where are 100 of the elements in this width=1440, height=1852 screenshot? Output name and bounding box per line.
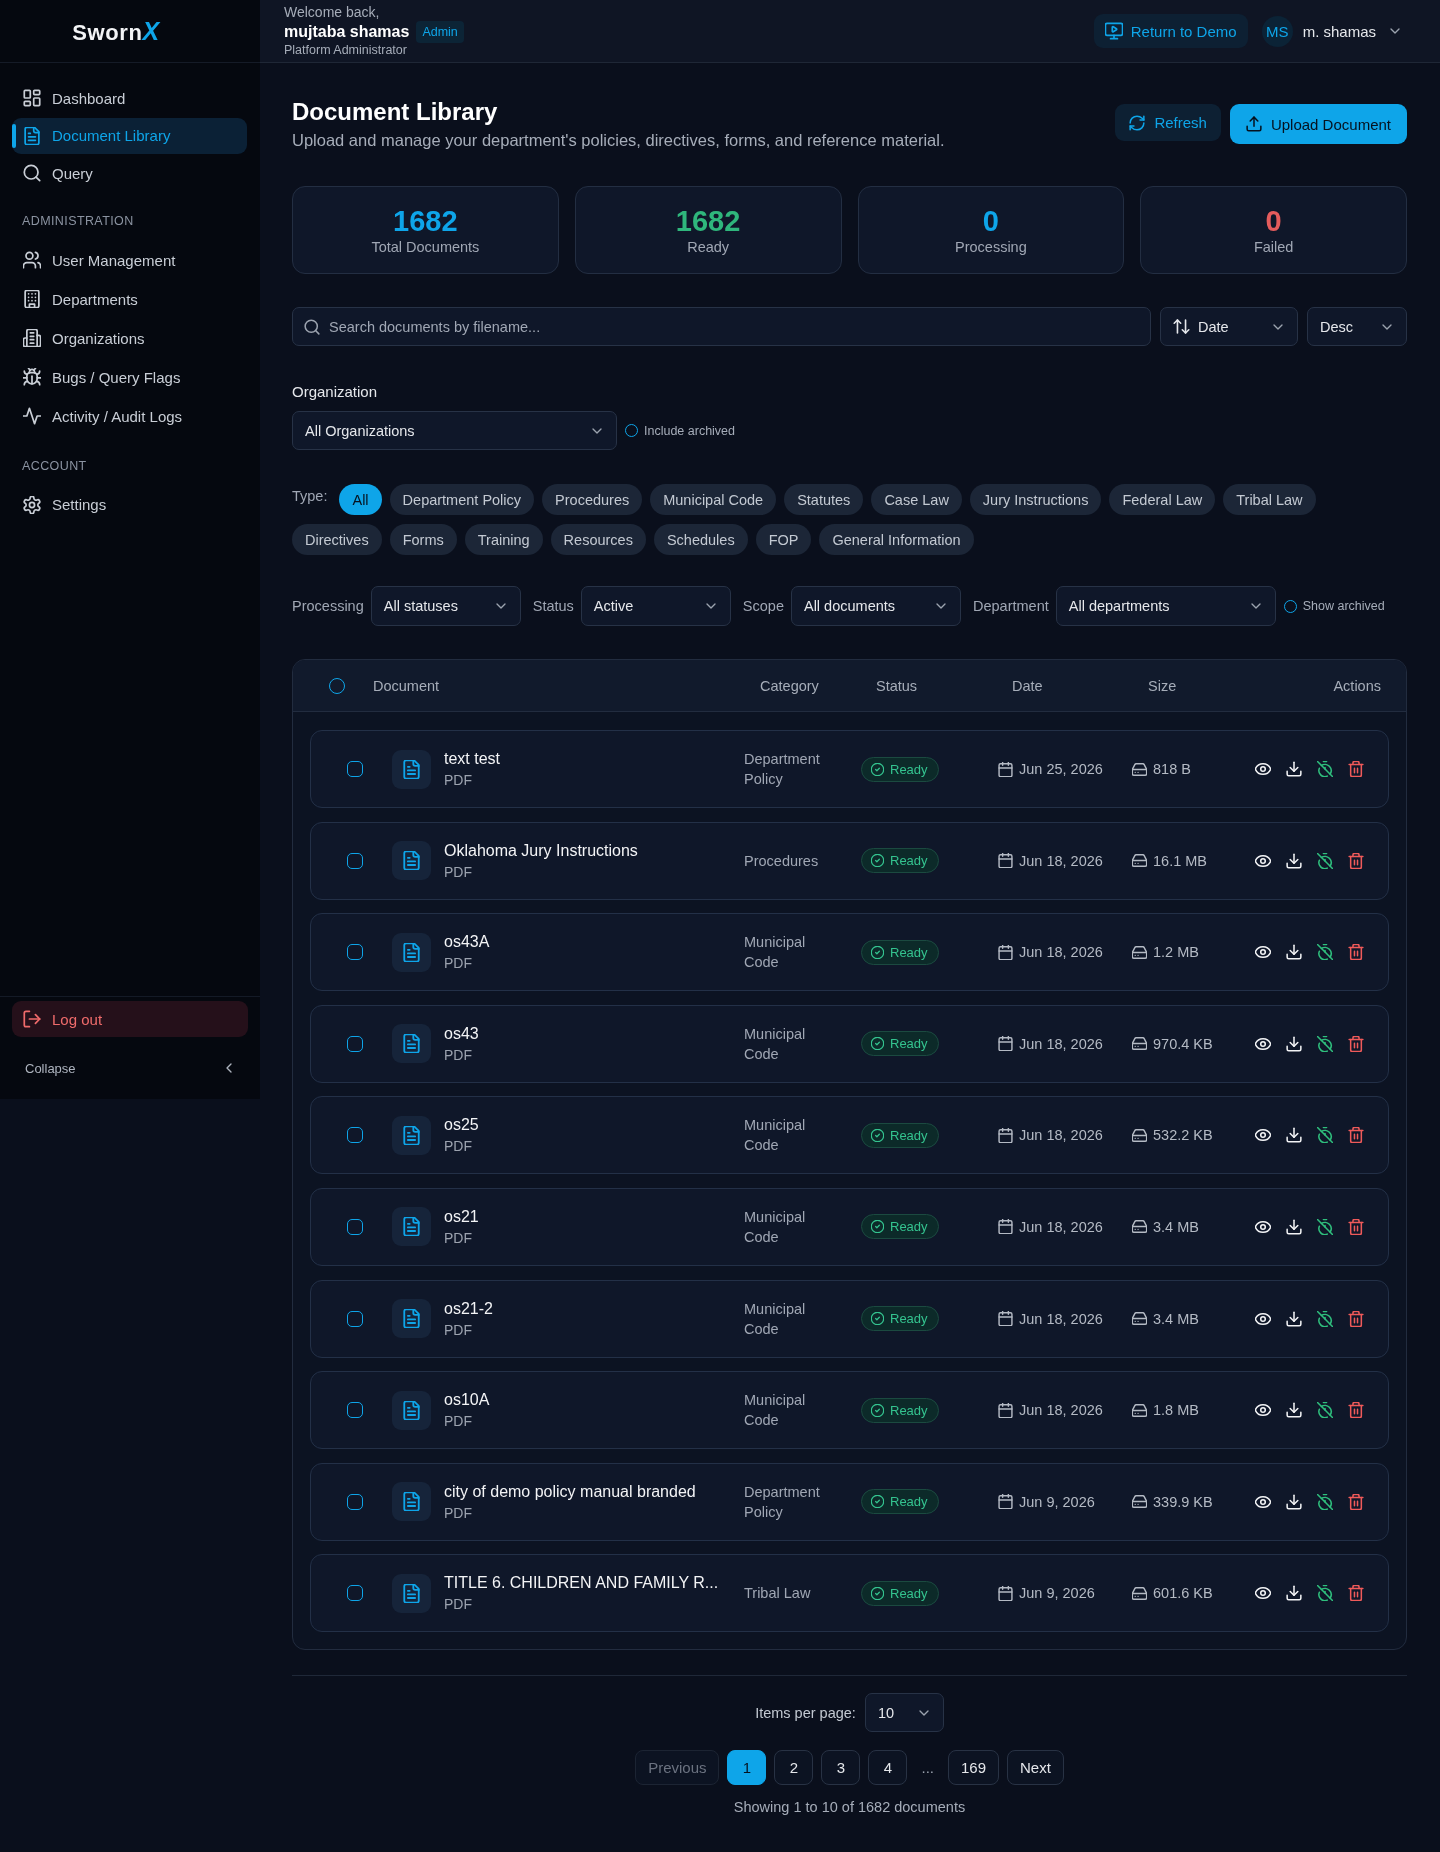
row-checkbox[interactable] — [347, 944, 363, 961]
type-chip[interactable]: Case Law — [871, 484, 962, 515]
refresh-button[interactable]: Refresh — [1115, 104, 1221, 141]
sort-order-select[interactable]: Desc — [1307, 307, 1407, 346]
account-name[interactable]: m. shamas — [1302, 22, 1376, 40]
row-checkbox[interactable] — [347, 1035, 363, 1052]
document-name[interactable]: os43 — [444, 1023, 479, 1044]
page-button[interactable]: 4 — [868, 1750, 908, 1786]
show-archived-label[interactable]: Show archived — [1302, 599, 1385, 613]
upload-document-button[interactable]: Upload Document — [1229, 104, 1407, 144]
trash-icon[interactable] — [1348, 1493, 1364, 1510]
page-button[interactable]: 169 — [948, 1750, 1000, 1786]
document-name[interactable]: Oklahoma Jury Instructions — [444, 840, 638, 861]
document-row[interactable]: Oklahoma Jury Instructions PDF Procedures Ready Jun 18, 2026 16.1 MB — [310, 821, 1389, 900]
download-icon[interactable] — [1286, 1218, 1302, 1235]
timer-off-icon[interactable] — [1317, 1035, 1333, 1052]
download-icon[interactable] — [1286, 761, 1302, 777]
document-name[interactable]: city of demo policy manual branded — [444, 1481, 696, 1502]
document-name[interactable]: os43A — [444, 932, 490, 953]
sort-field-select[interactable]: Date — [1160, 307, 1298, 346]
eye-icon[interactable] — [1255, 944, 1271, 961]
download-icon[interactable] — [1286, 1402, 1302, 1419]
document-row[interactable]: text test PDF Department Policy Ready Jun 25, 2026 818 B — [310, 730, 1389, 808]
page-button[interactable]: 2 — [774, 1750, 814, 1786]
eye-icon[interactable] — [1255, 1585, 1271, 1602]
type-chip[interactable]: Training — [464, 524, 543, 555]
sidebar-item[interactable]: Bugs / Query Flags — [12, 359, 247, 395]
sidebar-item[interactable]: Departments — [12, 281, 247, 317]
avatar[interactable]: MS — [1261, 15, 1293, 47]
page-button[interactable]: 3 — [821, 1750, 861, 1786]
eye-icon[interactable] — [1255, 852, 1271, 869]
type-chip[interactable]: Jury Instructions — [969, 484, 1102, 515]
type-chip[interactable]: Tribal Law — [1223, 484, 1316, 515]
eye-icon[interactable] — [1255, 1035, 1271, 1052]
row-checkbox[interactable] — [347, 1127, 363, 1144]
document-row[interactable]: os21 PDF Municipal Code Ready Jun 18, 2026 3.4 MB — [310, 1187, 1389, 1266]
row-checkbox[interactable] — [347, 1310, 363, 1327]
document-name[interactable]: os21 — [444, 1206, 479, 1227]
document-row[interactable]: TITLE 6. CHILDREN AND FAMILY R... PDF Tribal Law Ready Jun 9, 2026 601.6 KB — [310, 1554, 1389, 1633]
row-checkbox[interactable] — [347, 1585, 363, 1602]
download-icon[interactable] — [1286, 1127, 1302, 1144]
row-checkbox[interactable] — [347, 761, 363, 777]
filter-select[interactable]: Active — [580, 586, 731, 626]
download-icon[interactable] — [1286, 1585, 1302, 1602]
eye-icon[interactable] — [1255, 1218, 1271, 1235]
type-chip[interactable]: Department Policy — [389, 484, 535, 515]
document-name[interactable]: os21-2 — [444, 1298, 493, 1319]
timer-off-icon[interactable] — [1317, 1493, 1333, 1510]
document-row[interactable]: city of demo policy manual branded PDF Department Policy Ready Jun 9, 2026 339.9 KB — [310, 1462, 1389, 1541]
eye-icon[interactable] — [1255, 1402, 1271, 1419]
trash-icon[interactable] — [1348, 1035, 1364, 1052]
timer-off-icon[interactable] — [1317, 761, 1333, 777]
type-chip[interactable]: Resources — [550, 524, 646, 555]
sidebar-item[interactable]: User Management — [12, 242, 247, 278]
row-checkbox[interactable] — [347, 852, 363, 869]
sidebar-item[interactable]: Organizations — [12, 320, 247, 356]
document-name[interactable]: text test — [444, 749, 501, 769]
collapse-label[interactable]: Collapse — [25, 1060, 76, 1076]
sidebar-item[interactable]: Dashboard — [12, 80, 247, 116]
download-icon[interactable] — [1286, 1035, 1302, 1052]
filter-select[interactable]: All departments — [1055, 586, 1276, 626]
trash-icon[interactable] — [1348, 1127, 1364, 1144]
page-button[interactable]: 1 — [727, 1750, 767, 1786]
type-chip[interactable]: All — [339, 484, 382, 515]
type-chip[interactable]: General Information — [819, 524, 974, 555]
document-name[interactable]: os10A — [444, 1390, 490, 1411]
type-chip[interactable]: Directives — [292, 524, 382, 555]
eye-icon[interactable] — [1255, 1127, 1271, 1144]
timer-off-icon[interactable] — [1317, 944, 1333, 961]
eye-icon[interactable] — [1255, 761, 1271, 777]
eye-icon[interactable] — [1255, 1310, 1271, 1327]
download-icon[interactable] — [1286, 944, 1302, 961]
document-name[interactable]: TITLE 6. CHILDREN AND FAMILY R... — [444, 1573, 719, 1594]
document-row[interactable]: os43 PDF Municipal Code Ready Jun 18, 2026 970.4 KB — [310, 1004, 1389, 1083]
type-chip[interactable]: Schedules — [653, 524, 748, 555]
logout-button[interactable]: Log out — [12, 1001, 248, 1037]
trash-icon[interactable] — [1348, 944, 1364, 961]
document-name[interactable]: os25 — [444, 1115, 479, 1136]
trash-icon[interactable] — [1348, 761, 1364, 777]
document-row[interactable]: os43A PDF Municipal Code Ready Jun 18, 2026 1.2 MB — [310, 913, 1389, 992]
download-icon[interactable] — [1286, 1310, 1302, 1327]
return-to-demo-button[interactable]: Return to Demo — [1093, 14, 1248, 48]
timer-off-icon[interactable] — [1317, 1310, 1333, 1327]
sidebar-item[interactable]: Query — [12, 155, 247, 191]
items-per-page-select[interactable]: 10 — [864, 1693, 944, 1733]
include-archived-label[interactable]: Include archived — [644, 423, 736, 438]
type-chip[interactable]: Procedures — [542, 484, 643, 515]
trash-icon[interactable] — [1348, 1585, 1364, 1602]
type-chip[interactable]: Forms — [389, 524, 457, 555]
timer-off-icon[interactable] — [1317, 1218, 1333, 1235]
document-row[interactable]: os25 PDF Municipal Code Ready Jun 18, 2026 532.2 KB — [310, 1096, 1389, 1175]
filter-select[interactable]: All documents — [790, 586, 961, 626]
timer-off-icon[interactable] — [1317, 1127, 1333, 1144]
type-chip[interactable]: Statutes — [784, 484, 864, 515]
filter-select[interactable]: All statuses — [370, 586, 521, 626]
trash-icon[interactable] — [1348, 1310, 1364, 1327]
next-button[interactable]: Next — [1007, 1750, 1064, 1786]
document-row[interactable]: os10A PDF Municipal Code Ready Jun 18, 2026 1.8 MB — [310, 1371, 1389, 1450]
organization-select[interactable]: All Organizations — [292, 411, 617, 450]
timer-off-icon[interactable] — [1317, 1402, 1333, 1419]
